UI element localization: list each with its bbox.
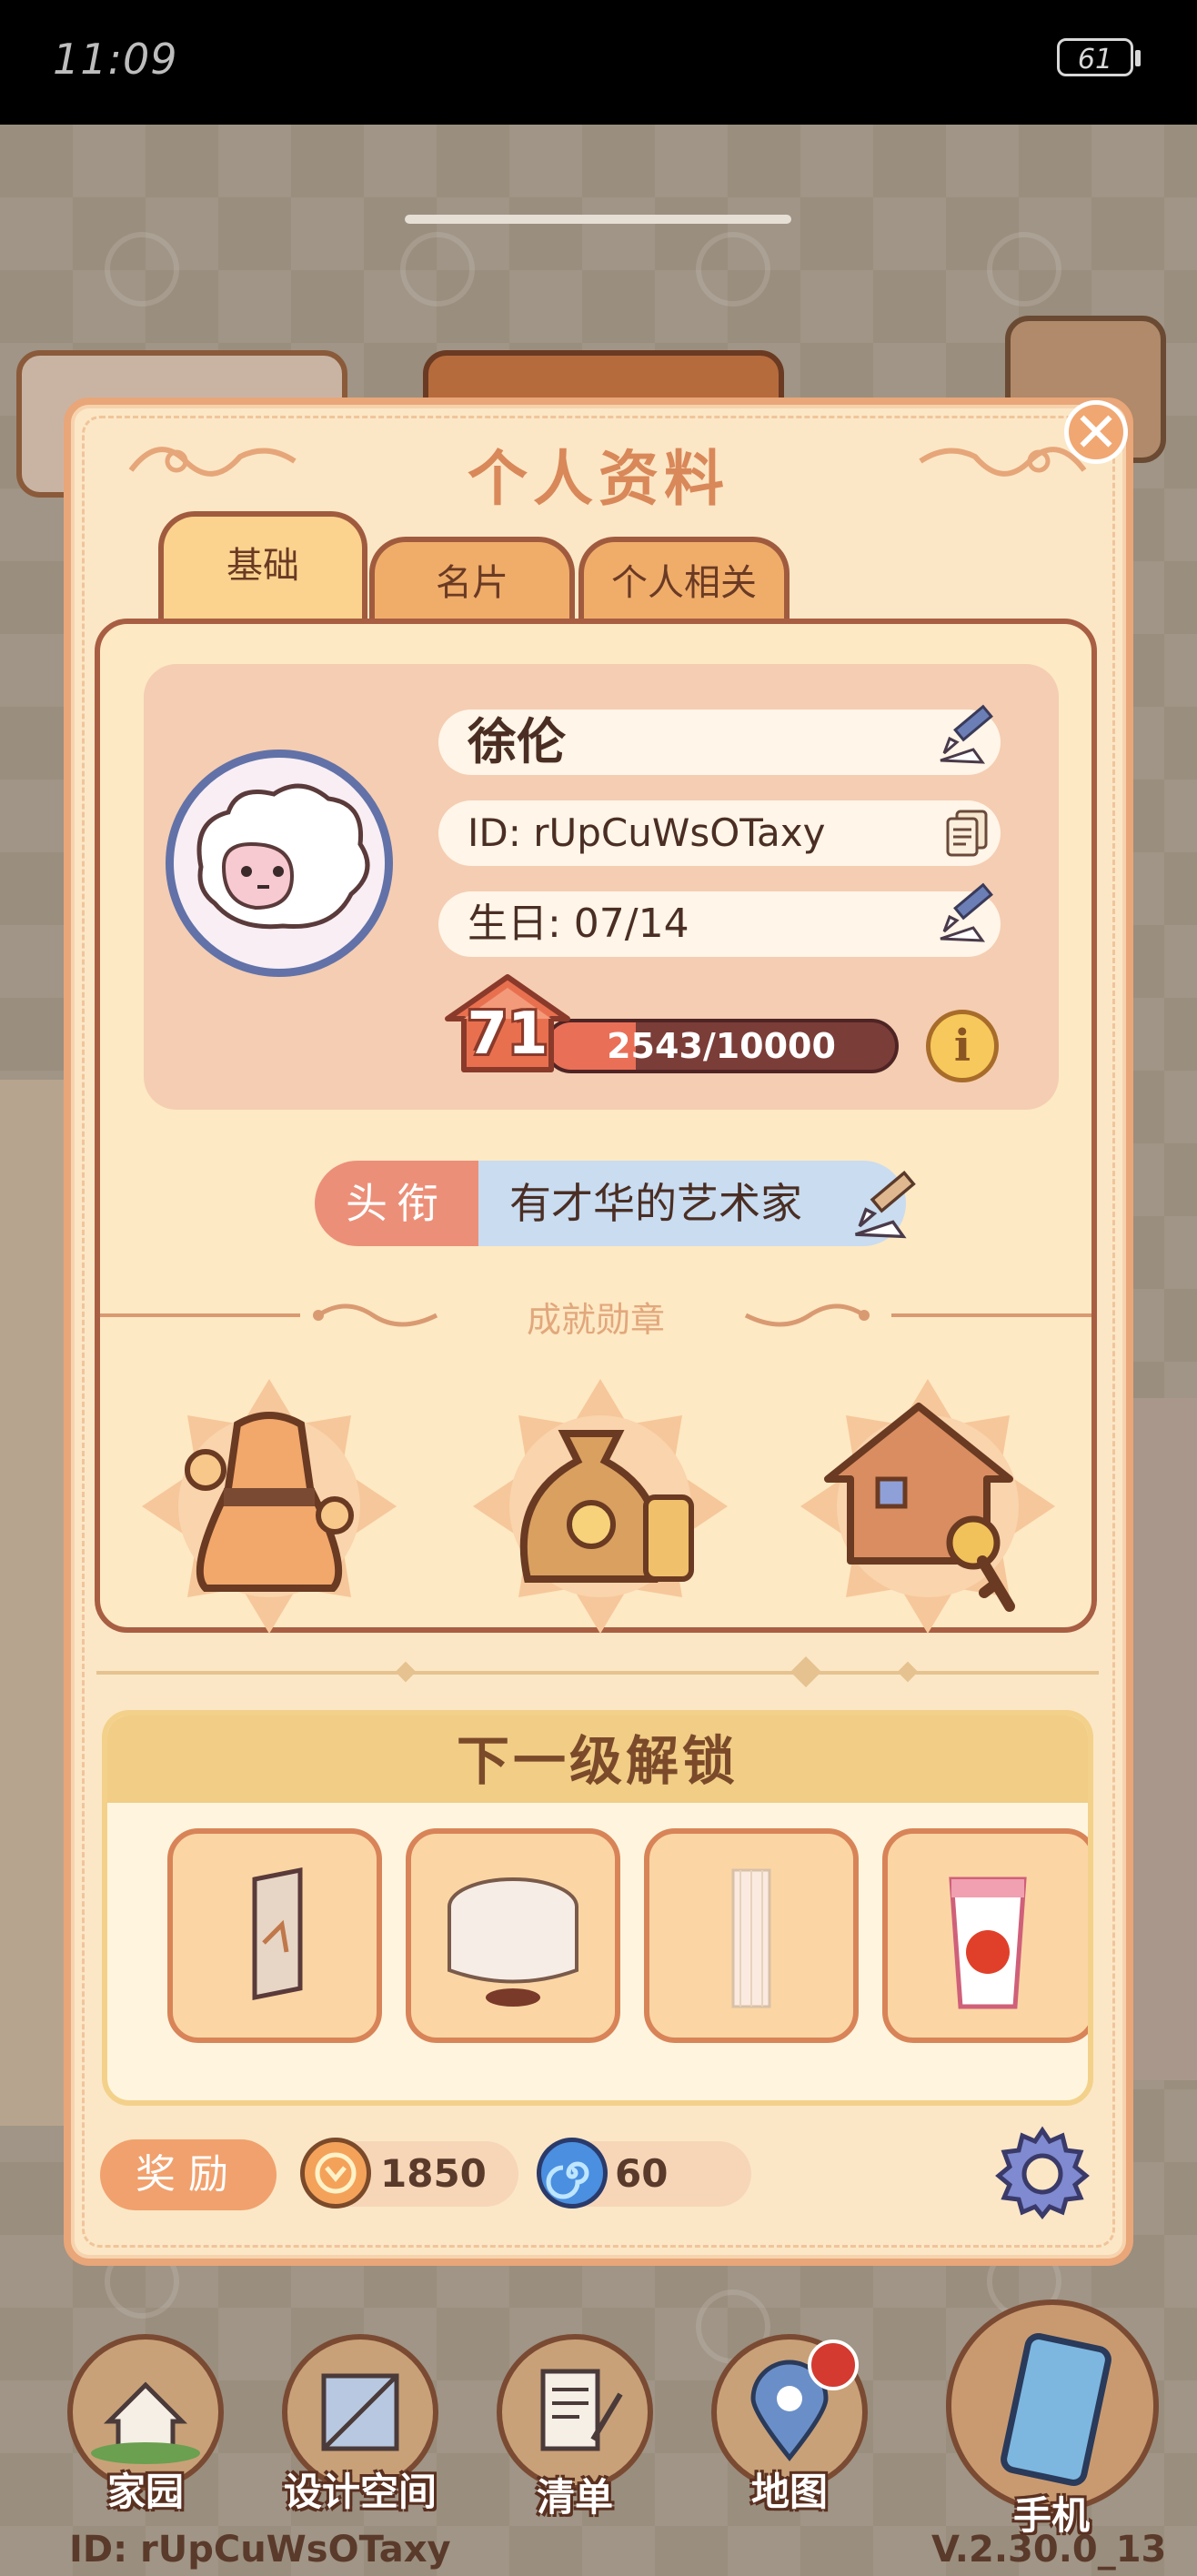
- sun-pattern-icon: [987, 232, 1061, 307]
- xp-text: 2543/10000: [607, 1026, 836, 1066]
- next-level-unlock-card: 下一级解锁: [102, 1710, 1093, 2106]
- room-scene-right: [1133, 1398, 1197, 2080]
- round-table-item-icon: [448, 1877, 578, 2007]
- scroll-ornament-icon: [737, 1295, 873, 1339]
- coin-amount: 1850: [380, 2151, 487, 2196]
- profile-card: 徐伦 ID: rUpCuWsOTaxy 生日: 07/14 2543/10000…: [95, 619, 1097, 1634]
- level-house-badge: 71: [444, 973, 571, 1073]
- swirl-gem-icon: [537, 2138, 608, 2209]
- tab-personal[interactable]: 个人相关: [578, 537, 790, 628]
- separator: [96, 1671, 1099, 1675]
- avatar[interactable]: [166, 750, 393, 977]
- nav-label: 地图: [750, 2470, 828, 2514]
- copy-icon[interactable]: [944, 808, 990, 859]
- phone-icon: [1001, 2333, 1112, 2486]
- nav-label: 家园: [106, 2470, 184, 2514]
- coin-icon: [300, 2138, 371, 2209]
- sheep-avatar-icon: [196, 783, 370, 930]
- settings-gear-icon[interactable]: [995, 2125, 1090, 2220]
- notification-badge: [808, 2340, 859, 2390]
- tab-label: 名片: [436, 562, 508, 604]
- info-button[interactable]: i: [926, 1010, 999, 1082]
- name-field: 徐伦: [438, 709, 1001, 775]
- tab-label: 个人相关: [611, 562, 757, 604]
- dialog-title: 个人资料: [468, 444, 729, 514]
- curtain-item-icon: [731, 1868, 771, 2008]
- room-scene-left: [0, 1080, 64, 2126]
- sun-pattern-icon: [105, 232, 179, 307]
- unlock-item[interactable]: [644, 1828, 859, 2043]
- clock: 11:09: [53, 35, 178, 84]
- unlock-header: 下一级解锁: [107, 1716, 1088, 1803]
- divider: [891, 1313, 1091, 1317]
- birthday: 生日: 07/14: [468, 901, 689, 947]
- id-field: ID: rUpCuWsOTaxy: [438, 800, 1001, 866]
- battery-tip: [1135, 50, 1141, 66]
- home-indicator[interactable]: [405, 215, 791, 224]
- reward-label: 奖励: [100, 2139, 277, 2210]
- player-id: ID: rUpCuWsOTaxy: [468, 810, 826, 855]
- player-name: 徐伦: [468, 713, 566, 770]
- edit-title-pencil-icon[interactable]: [842, 1168, 933, 1241]
- battery-icon: 61: [1057, 38, 1133, 76]
- sun-pattern-icon: [400, 232, 475, 307]
- unlock-item[interactable]: [882, 1828, 1088, 2043]
- tab-basic[interactable]: 基础: [158, 511, 367, 619]
- nav-label: 设计空间: [283, 2470, 437, 2514]
- level-number: 71: [467, 1001, 548, 1068]
- achievement-header: 成就勋章: [100, 1288, 1091, 1343]
- status-bar: 11:09 61: [0, 0, 1197, 125]
- unlock-item[interactable]: [406, 1828, 620, 2043]
- gem-amount: 60: [615, 2151, 669, 2196]
- money-bag-badge-icon[interactable]: [464, 1370, 737, 1643]
- screen-item-icon: [252, 1867, 303, 2001]
- nav-phone-button[interactable]: [946, 2299, 1159, 2512]
- unlock-item[interactable]: [167, 1828, 382, 2043]
- tab-card[interactable]: 名片: [369, 537, 575, 628]
- apple-cup-item-icon: [949, 1877, 1027, 2009]
- edit-name-pencil-icon[interactable]: [937, 702, 1001, 766]
- footer-version: V.2.30.0_13: [931, 2529, 1167, 2571]
- dress-badge-icon[interactable]: [133, 1370, 406, 1643]
- xp-progress-bar: 2543/10000: [544, 1019, 899, 1073]
- footer-player-id: ID: rUpCuWsOTaxy: [69, 2529, 451, 2571]
- title-tag-label: 头衔: [315, 1161, 478, 1246]
- house-key-badge-icon[interactable]: [791, 1370, 1064, 1643]
- nav-label: 清单: [536, 2475, 613, 2520]
- birthday-field: 生日: 07/14: [438, 891, 1001, 957]
- sun-pattern-icon: [696, 232, 770, 307]
- close-button[interactable]: ✕: [1064, 400, 1128, 464]
- tab-label: 基础: [226, 545, 299, 587]
- profile-info-box: 徐伦 ID: rUpCuWsOTaxy 生日: 07/14 2543/10000…: [144, 664, 1059, 1110]
- list-quill-icon: [540, 2369, 623, 2451]
- edit-birthday-pencil-icon[interactable]: [937, 880, 1001, 944]
